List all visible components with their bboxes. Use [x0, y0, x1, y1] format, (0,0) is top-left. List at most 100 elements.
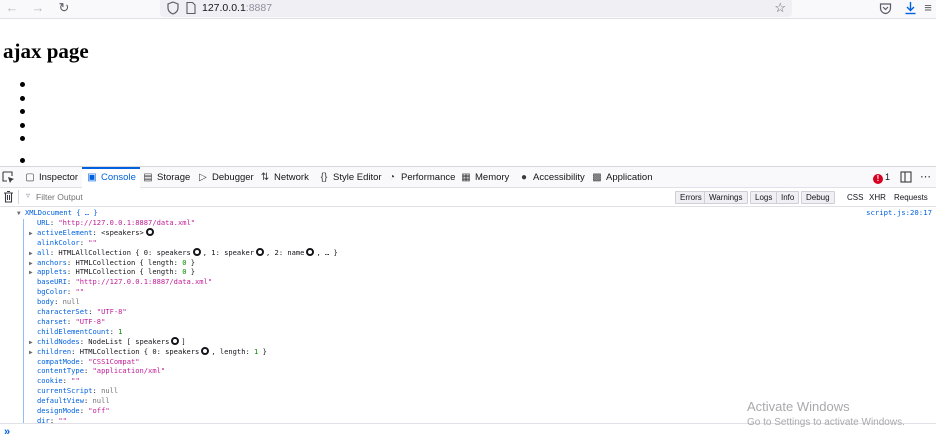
tab-label: Style Editor [333, 172, 382, 183]
string-value: "" [75, 287, 84, 297]
node-target-icon[interactable] [256, 247, 265, 256]
error-count-badge[interactable]: ! 1 [873, 171, 890, 184]
tree-guide-line [23, 219, 24, 426]
object-preview: , 2: name [266, 247, 305, 257]
property-key: childNodes [37, 336, 80, 346]
list-item [18, 104, 28, 118]
element-picker-icon[interactable] [2, 171, 15, 184]
filter-info-button[interactable]: Info [776, 191, 800, 204]
accessibility-icon: ● [520, 172, 528, 183]
console-row: charset: "UTF-8" [37, 316, 106, 326]
object-preview: <speakers> [101, 227, 144, 237]
tab-performance[interactable]: ◔ Performance [386, 167, 455, 188]
property-key: cookie [37, 376, 63, 386]
filter-logs-button[interactable]: Logs [750, 191, 778, 204]
tab-console[interactable]: ▣ Console [82, 167, 140, 188]
error-icon: ! [873, 174, 883, 184]
watermark-subtitle: Go to Settings to activate Windows. [747, 417, 905, 428]
dock-icon[interactable] [900, 171, 912, 183]
tab-accessibility[interactable]: ● Accessibility [518, 167, 585, 188]
page-icon [186, 1, 196, 15]
filter-output-input[interactable] [24, 190, 424, 204]
console-output: script.js:20:17 ▼ XMLDocument { … } URL: "… [0, 208, 936, 426]
expand-twisty-icon[interactable]: ▶ [29, 348, 37, 358]
tab-network[interactable]: ⇅ Network [259, 167, 309, 188]
node-target-icon[interactable] [306, 247, 315, 256]
filter-warnings-button[interactable]: Warnings [704, 191, 748, 204]
devtools-tabbar: ▢ Inspector ▣ Console ▤ Storage ▷ Debugger ⇅ Netw… [0, 167, 936, 188]
trash-icon[interactable] [3, 190, 14, 203]
property-key: children [37, 346, 72, 356]
expand-twisty-icon[interactable]: ▼ [17, 209, 25, 219]
number-value: 1 [118, 326, 123, 336]
console-row[interactable]: ▶ all: HTMLAllCollection { 0: speakers, 1… [29, 247, 338, 258]
address-bar[interactable]: 127.0.0.1:8887 ☆ [160, 0, 792, 17]
filter-css-toggle[interactable]: CSS [847, 191, 863, 204]
console-row: currentScript: null [37, 386, 119, 396]
watermark-title: Activate Windows [747, 399, 850, 414]
tab-style-editor[interactable]: {} Style Editor [318, 167, 382, 188]
property-key: compatMode [37, 356, 80, 366]
list-item [18, 91, 28, 105]
console-row[interactable]: ▶ applets: HTMLCollection { length: 0 } [29, 267, 195, 277]
node-target-icon[interactable] [201, 346, 210, 355]
console-row[interactable]: ▶ children: HTMLCollection { 0: speakers,… [29, 346, 267, 358]
expand-twisty-icon[interactable]: ▶ [29, 229, 37, 239]
shield-icon [167, 1, 179, 15]
filter-requests-toggle[interactable]: Requests [894, 191, 928, 204]
object-summary: XMLDocument { … } [25, 208, 98, 217]
tab-label: Network [274, 172, 309, 183]
console-row[interactable]: ▶ childNodes: NodeList [ speakers] [29, 336, 186, 347]
property-key: all [37, 247, 50, 257]
tab-debugger[interactable]: ▷ Debugger [197, 167, 254, 188]
console-row[interactable]: ▼ XMLDocument { … } [17, 208, 98, 218]
tab-label: Inspector [39, 172, 79, 183]
console-row: body: null [37, 297, 80, 307]
back-icon[interactable]: ← [3, 0, 21, 16]
debugger-icon: ▷ [199, 172, 207, 183]
console-row: childElementCount: 1 [37, 326, 123, 336]
object-preview: , … } [316, 247, 338, 257]
object-preview: } [262, 346, 267, 356]
property-key: designMode [37, 406, 80, 415]
downloads-icon[interactable] [904, 1, 917, 15]
more-options-icon[interactable]: ⋯ [920, 169, 931, 185]
list-item [18, 153, 28, 167]
null-value: null [101, 386, 119, 396]
node-target-icon[interactable] [145, 227, 154, 236]
tab-label: Performance [401, 172, 456, 183]
source-link[interactable]: script.js:20:17 [866, 208, 932, 217]
bookmark-star-icon[interactable]: ☆ [774, 0, 786, 15]
tab-label: Storage [157, 172, 191, 183]
console-row[interactable]: ▶ activeElement: <speakers> [29, 227, 156, 239]
string-value: "http://127.0.0.1:8887/data.xml" [75, 277, 213, 287]
forward-icon[interactable]: → [29, 0, 47, 16]
tab-memory[interactable]: ▦ Memory [460, 167, 509, 188]
list-item [18, 118, 28, 132]
menu-icon[interactable]: ≡ [922, 0, 934, 16]
string-value: "CSS1Compat" [88, 356, 140, 366]
console-row: defaultView: null [37, 396, 110, 406]
url-text[interactable]: 127.0.0.1:8887 [202, 2, 272, 14]
tab-inspector[interactable]: ▢ Inspector [24, 167, 78, 188]
object-preview: } [190, 257, 196, 267]
property-key: body [37, 297, 55, 307]
node-target-icon[interactable] [171, 336, 180, 345]
property-key: URL [37, 217, 50, 227]
node-target-icon[interactable] [192, 247, 201, 256]
filter-xhr-toggle[interactable]: XHR [869, 191, 886, 204]
expand-twisty-icon[interactable]: ▶ [29, 268, 37, 278]
tab-storage[interactable]: ▤ Storage [142, 167, 190, 188]
tab-application[interactable]: ▩ Application [591, 167, 652, 188]
property-key: bgColor [37, 287, 67, 297]
pocket-icon[interactable] [879, 2, 892, 15]
property-key: childElementCount [37, 326, 110, 336]
filter-errors-button[interactable]: Errors [675, 191, 707, 204]
console-row[interactable]: ▶ anchors: HTMLCollection { length: 0 } [29, 258, 195, 268]
reload-icon[interactable]: ↻ [55, 0, 73, 16]
tab-label: Debugger [212, 172, 254, 183]
filter-debug-button[interactable]: Debug [801, 191, 835, 204]
storage-icon: ▤ [143, 172, 153, 183]
null-value: null [62, 297, 80, 307]
object-preview: NodeList [ speakers [88, 336, 170, 346]
